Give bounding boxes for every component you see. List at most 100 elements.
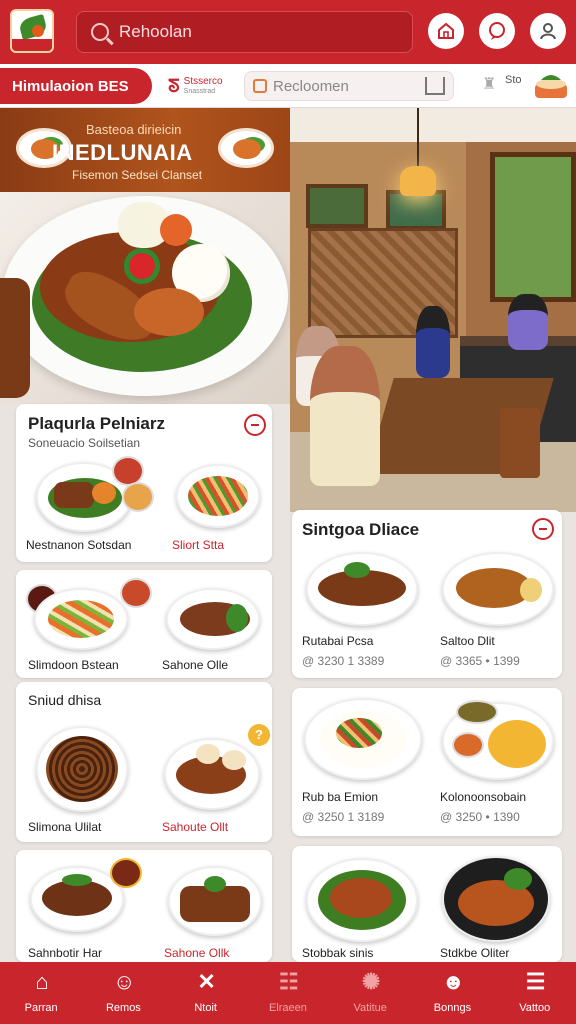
dish-section-card[interactable]: Sniud dhisa ? Slimona Ulilat Sahoute Oll…	[16, 682, 272, 842]
tag-icon	[253, 79, 267, 93]
dish-image[interactable]	[34, 588, 128, 650]
nav-label: Remos	[105, 1002, 141, 1014]
search-bar[interactable]: Rehoolan	[76, 11, 413, 53]
dish-image[interactable]	[36, 726, 128, 812]
utensils-icon: ✕	[197, 969, 216, 994]
dish-image[interactable]	[306, 552, 418, 626]
chat-button[interactable]	[479, 13, 515, 49]
side-dish-image	[122, 482, 154, 512]
dish-label: Stdkbe Oliter	[440, 946, 510, 960]
dish-price: @ 3365 • 1399	[440, 654, 520, 668]
dish-image[interactable]	[166, 588, 260, 650]
nav-item-elraeen[interactable]: ☷ Elraeen	[247, 962, 329, 1024]
profile-icon	[540, 23, 556, 40]
promo-title: INEDLUNAIA	[52, 140, 193, 165]
dish-image[interactable]	[306, 858, 418, 942]
list-icon: ☰	[525, 969, 546, 994]
featured-dishes-card[interactable]: Plaqurla Pelniarz Soneuacio Soilsetian N…	[16, 404, 272, 562]
nav-label: Elraeen	[268, 1002, 307, 1014]
dish-label: Saltoo Dlit	[440, 634, 495, 648]
hero-dish-photo[interactable]	[0, 192, 290, 404]
restaurant-interior-photo[interactable]	[290, 108, 576, 512]
dish-image[interactable]	[176, 464, 260, 528]
promo-kicker: Basteoa dirieicin	[86, 122, 182, 137]
dining-place-card[interactable]: Sintgoa Dliace Rutabai Pcsa @ 3230 1 338…	[292, 510, 562, 678]
section-title: Sniud dhisa	[28, 692, 102, 708]
dish-label: Sahnbotir Har	[28, 946, 103, 960]
profile-button[interactable]	[530, 13, 566, 49]
side-dish-image	[120, 578, 152, 608]
dish-row-card[interactable]: Rub ba Emion @ 3250 1 3189 Kolonoonsobai…	[292, 688, 562, 836]
app-logo[interactable]	[10, 9, 54, 53]
dish-label: Slimona Ulilat	[28, 820, 102, 834]
side-dish-image	[456, 700, 498, 724]
calendar-icon: ☷	[278, 969, 299, 994]
store-icon	[425, 77, 445, 95]
restaurant-search-input[interactable]: Recloomen	[244, 71, 454, 101]
chat-icon	[489, 22, 505, 40]
mini-label: Sto	[505, 74, 522, 86]
nav-item-parran[interactable]: ⌂ Parran	[0, 962, 82, 1024]
nav-label: Vattoo	[519, 1002, 551, 1014]
comment-icon[interactable]	[532, 518, 554, 540]
swirl-icon: ᘕ	[168, 76, 180, 96]
dish-price: @ 3230 1 3389	[302, 654, 385, 668]
dish-label: Sahone Ollk	[164, 946, 230, 960]
partner-brand-bottom: Snasstrad	[183, 87, 216, 95]
waiter-icon[interactable]: ♜	[482, 74, 496, 94]
card-title: Plaqurla Pelniarz	[28, 414, 165, 433]
card-title: Sintgoa Dliace	[302, 520, 420, 539]
home-button[interactable]	[428, 13, 464, 49]
menu-plate-icon: ☺	[113, 969, 136, 994]
home-icon: ⌂	[35, 969, 49, 994]
promo-dish-image-right	[218, 128, 274, 168]
dish-image[interactable]	[442, 856, 550, 942]
dish-label: Rub ba Emion	[302, 790, 379, 804]
nav-item-vattoo[interactable]: ☰ Vattoo	[494, 962, 576, 1024]
dish-label: Sahoute Ollt	[162, 820, 229, 834]
search-placeholder: Rehoolan	[119, 22, 192, 41]
dish-label: Nestnanon Sotsdan	[26, 538, 132, 552]
info-badge[interactable]: ?	[248, 724, 270, 746]
nav-item-vatitue[interactable]: ✺ Vatitue	[329, 962, 411, 1024]
dish-image[interactable]	[168, 866, 262, 936]
partner-brand[interactable]: ᘕ Stsserco Snasstrad	[168, 76, 223, 97]
top-app-bar: Rehoolan	[0, 0, 576, 64]
promo-subtitle: Fisemon Sedsei Clanset	[72, 168, 203, 182]
side-dish-image	[452, 732, 484, 758]
dish-row-card[interactable]: Slimdoon Bstean Sahone Olle	[16, 570, 272, 678]
dish-row-card[interactable]: Stobbak sinis Stdkbe Oliter	[292, 846, 562, 962]
dish-image[interactable]	[164, 738, 260, 810]
bottom-navigation: ⌂ Parran ☺ Remos ✕ Ntoit ☷ Elraeen ✺ Vat…	[0, 962, 576, 1024]
dish-label: Sahone Olle	[162, 658, 229, 672]
chef-icon: ☻	[441, 969, 465, 994]
nav-item-remos[interactable]: ☺ Remos	[82, 962, 164, 1024]
nav-label: Vatitue	[353, 1002, 387, 1014]
dish-label: Slimdoon Bstean	[28, 658, 119, 672]
search-icon	[91, 23, 109, 41]
dish-label: Rutabai Pcsa	[302, 634, 374, 648]
dish-image[interactable]	[304, 698, 422, 780]
gear-icon: ✺	[361, 969, 381, 994]
nav-label: Parran	[24, 1002, 58, 1014]
nav-item-bonngs[interactable]: ☻ Bonngs	[411, 962, 493, 1024]
dish-label: Kolonoonsobain	[440, 790, 527, 804]
nav-item-ntoit[interactable]: ✕ Ntoit	[165, 962, 247, 1024]
home-icon	[438, 22, 454, 39]
dish-icon[interactable]	[533, 70, 569, 102]
comment-icon[interactable]	[244, 414, 266, 436]
side-dish-image	[110, 858, 142, 888]
secondary-bar: Himulaoion BES ᘕ Stsserco Snasstrad Recl…	[0, 64, 576, 108]
restaurant-search-placeholder: Recloomen	[273, 77, 349, 95]
dish-price: @ 3250 • 1390	[440, 810, 520, 824]
dish-label: Sliort Stta	[172, 538, 225, 552]
nav-label: Ntoit	[194, 1002, 217, 1014]
promo-banner[interactable]: Basteoa dirieicin INEDLUNAIA Fisemon Sed…	[0, 108, 290, 192]
dish-label: Stobbak sinis	[302, 946, 374, 960]
dish-price: @ 3250 1 3189	[302, 810, 385, 824]
nav-label: Bonngs	[433, 1002, 472, 1014]
simulation-pill-button[interactable]: Himulaoion BES	[0, 68, 152, 104]
partner-brand-top: Stsserco	[183, 75, 223, 87]
dish-image[interactable]	[442, 552, 554, 626]
dish-row-card[interactable]: Sahnbotir Har Sahone Ollk	[16, 850, 272, 962]
